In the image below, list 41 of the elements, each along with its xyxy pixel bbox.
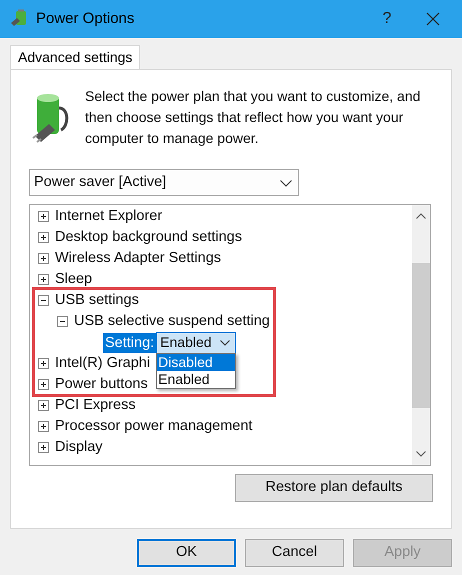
battery-plug-icon — [9, 9, 29, 29]
expand-icon[interactable] — [38, 379, 49, 390]
expand-icon[interactable] — [38, 421, 49, 432]
collapse-icon[interactable] — [38, 295, 49, 306]
expand-icon[interactable] — [38, 274, 49, 285]
restore-defaults-button[interactable]: Restore plan defaults — [235, 474, 433, 502]
tree-item-label[interactable]: USB selective suspend setting — [74, 310, 270, 332]
tree-item-label[interactable]: Internet Explorer — [55, 206, 162, 228]
tree-item-label[interactable]: Power buttons — [55, 374, 148, 396]
tree-item-label[interactable]: Sleep — [55, 268, 92, 290]
dropdown-option[interactable]: Enabled — [157, 370, 236, 388]
intro-text: Select the power plan that you want to customize, and then choose settings that reflect how you want your computer to manage power. — [85, 87, 422, 148]
close-icon — [426, 12, 440, 26]
expand-icon[interactable] — [38, 232, 49, 243]
tree-item-label[interactable]: USB settings — [55, 290, 139, 312]
tab[interactable]: Advanced settings — [10, 45, 140, 69]
collapse-icon[interactable] — [57, 316, 68, 327]
window-title: Power Options — [36, 8, 134, 29]
expand-icon[interactable] — [38, 253, 49, 264]
chevron-up-icon[interactable] — [416, 213, 426, 219]
scrollbar-thumb[interactable] — [412, 263, 430, 408]
expand-icon[interactable] — [38, 358, 49, 369]
tree-item-label[interactable]: Desktop background settings — [55, 226, 242, 248]
tree-item-label[interactable]: Wireless Adapter Settings — [55, 248, 222, 270]
chevron-down-icon[interactable] — [416, 451, 426, 457]
chevron-down-icon — [220, 340, 230, 346]
chevron-down-icon — [280, 180, 292, 187]
dropdown-option[interactable]: Disabled — [157, 354, 236, 370]
help-button[interactable]: ? — [364, 0, 410, 38]
setting-label: Setting: — [103, 332, 156, 352]
dialog-button[interactable]: Cancel — [245, 539, 344, 567]
tree-item-label[interactable]: PCI Express — [55, 394, 136, 416]
tree-item-label[interactable]: Intel(R) Graphi — [55, 352, 150, 374]
expand-icon[interactable] — [38, 442, 49, 453]
expand-icon[interactable] — [38, 211, 49, 222]
expand-icon[interactable] — [38, 400, 49, 411]
tree-item-label[interactable]: Display — [55, 436, 103, 458]
tree-item-label[interactable]: Processor power management — [55, 416, 252, 438]
scrollbar[interactable] — [412, 205, 430, 465]
dialog-button[interactable]: OK — [137, 539, 236, 567]
plan-dropdown[interactable]: Power saver [Active] — [29, 169, 299, 196]
